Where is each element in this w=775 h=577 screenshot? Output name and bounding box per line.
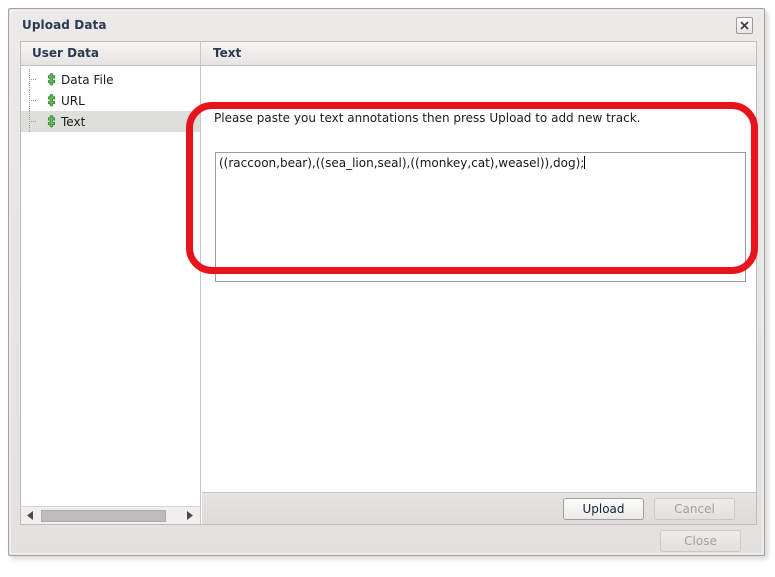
puzzle-piece-icon: [41, 114, 58, 130]
triangle-left-icon[interactable]: [22, 507, 39, 524]
tree-connector-line: [21, 90, 41, 111]
sidebar-item-data-file[interactable]: Data File: [21, 69, 200, 90]
instruction-text: Please paste you text annotations then p…: [214, 111, 641, 125]
close-icon[interactable]: [736, 17, 753, 34]
sidebar-item-label: Data File: [61, 72, 114, 87]
puzzle-piece-icon: [41, 72, 58, 88]
text-content-pane: Please paste you text annotations then p…: [202, 66, 756, 524]
sidebar-item-label: Text: [61, 114, 86, 129]
cancel-button: Cancel: [654, 498, 735, 520]
sidebar-item-text[interactable]: Text: [21, 111, 200, 132]
annotation-textarea[interactable]: ((raccoon,bear),((sea_lion,seal),((monke…: [215, 152, 746, 282]
dialog-footer: Close: [20, 527, 753, 557]
annotation-textarea-value: ((raccoon,bear),((sea_lion,seal),((monke…: [219, 156, 586, 170]
dialog-body-panel: User Data Text Data File URL Text Please…: [20, 41, 757, 525]
close-button: Close: [660, 530, 741, 552]
dialog-title: Upload Data: [22, 18, 107, 32]
tree-connector-line: [21, 69, 41, 90]
triangle-right-icon[interactable]: [182, 507, 199, 524]
column-header-user-data: User Data: [21, 42, 201, 65]
textarea-text: ((raccoon,bear),((sea_lion,seal),((monke…: [219, 156, 585, 170]
user-data-tree: Data File URL Text: [21, 69, 200, 132]
sidebar-horizontal-scrollbar[interactable]: [21, 506, 200, 524]
tree-connector-line: [21, 111, 41, 132]
sidebar-item-label: URL: [61, 93, 85, 108]
puzzle-piece-icon: [41, 93, 58, 109]
upload-data-dialog: Upload Data User Data Text Data File URL…: [8, 8, 765, 556]
column-header-text: Text: [213, 46, 242, 60]
column-header-bar: User Data Text: [21, 42, 756, 66]
close-x-glyph: [740, 21, 749, 30]
dialog-inner-frame: Upload Data User Data Text Data File URL…: [10, 10, 763, 554]
sidebar-item-url[interactable]: URL: [21, 90, 200, 111]
dialog-titlebar: Upload Data: [11, 11, 762, 40]
content-action-toolbar: Upload Cancel: [202, 492, 756, 524]
text-caret: [584, 156, 586, 169]
user-data-tree-pane: Data File URL Text: [21, 66, 201, 524]
upload-button[interactable]: Upload: [563, 498, 644, 520]
scrollbar-thumb[interactable]: [41, 510, 166, 522]
